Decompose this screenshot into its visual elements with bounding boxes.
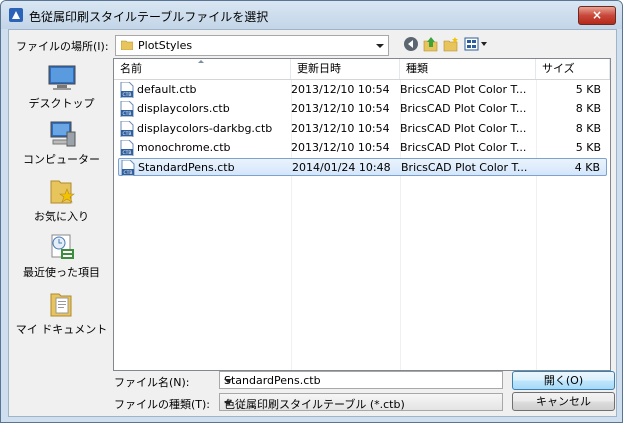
file-name: displaycolors-darkbg.ctb	[137, 121, 273, 135]
sort-ascending-icon	[198, 60, 204, 63]
file-name: StandardPens.ctb	[138, 161, 235, 175]
file-row[interactable]: CTB default.ctb 2013/12/10 10:54 BricsCAD P…	[118, 81, 607, 99]
column-header-date[interactable]: 更新日時	[291, 59, 400, 79]
ctb-file-icon: CTB	[120, 120, 134, 137]
favorites-icon	[50, 180, 75, 204]
filetype-select[interactable]: 色従属印刷スタイルテーブル (*.ctb)	[219, 393, 503, 411]
place-label-favorites: お気に入り	[34, 210, 89, 223]
file-size: 8 KB	[575, 102, 601, 116]
new-folder-icon[interactable]	[443, 36, 459, 52]
file-date: 2013/12/10 10:54	[291, 102, 390, 116]
file-date: 2013/12/10 10:54	[291, 121, 390, 135]
view-menu-icon[interactable]	[464, 36, 488, 52]
look-in-label: ファイルの場所(I):	[16, 40, 109, 53]
file-size: 4 KB	[574, 161, 600, 175]
place-desktop[interactable]: デスクトップ	[14, 64, 109, 111]
column-header-type[interactable]: 種類	[400, 59, 536, 79]
filename-input[interactable]: StandardPens.ctb	[219, 371, 503, 389]
window-title: 色従属印刷スタイルテーブルファイルを選択	[29, 10, 269, 24]
column-header-name[interactable]: 名前	[114, 59, 291, 79]
close-button[interactable]: ×	[578, 6, 616, 25]
file-size: 5 KB	[575, 140, 601, 154]
file-list[interactable]: 名前 更新日時 種類 サイズ CTB default.ctb 2013/12/10 …	[113, 58, 611, 371]
file-name: displaycolors.ctb	[137, 102, 230, 116]
place-favorites[interactable]: お気に入り	[14, 177, 109, 224]
recent-items-icon	[51, 234, 74, 259]
chevron-down-icon[interactable]	[224, 401, 232, 405]
chevron-down-icon[interactable]	[376, 44, 384, 48]
file-type: BricsCAD Plot Color T...	[400, 140, 527, 154]
column-header-row: 名前 更新日時 種類 サイズ	[114, 59, 610, 80]
svg-text:CTB: CTB	[123, 131, 132, 137]
file-row[interactable]: CTB StandardPens.ctb 2014/01/24 10:48 Brics…	[118, 158, 607, 177]
svg-text:CTB: CTB	[123, 111, 132, 117]
svg-text:CTB: CTB	[123, 150, 132, 156]
places-bar: デスクトップ コンピューター お気に入り 最近使った項目 マイ ドキュメント	[14, 58, 109, 370]
place-label-computer: コンピューター	[23, 153, 100, 166]
file-size: 5 KB	[575, 83, 601, 96]
desktop-icon	[48, 65, 75, 90]
place-my-documents[interactable]: マイ ドキュメント	[14, 290, 109, 337]
place-recent[interactable]: 最近使った項目	[14, 233, 109, 280]
filetype-value: 色従属印刷スタイルテーブル (*.ctb)	[224, 398, 405, 411]
filename-value: StandardPens.ctb	[224, 374, 321, 387]
file-type: BricsCAD Plot Color T...	[400, 83, 527, 96]
svg-text:CTB: CTB	[124, 170, 133, 176]
file-row[interactable]: CTB displaycolors.ctb 2013/12/10 10:54 Bric…	[118, 100, 607, 118]
folder-icon	[121, 40, 133, 50]
dialog-body: ファイルの場所(I): PlotStyles デスクトップ コンピューター お気…	[8, 29, 617, 417]
file-date: 2013/12/10 10:54	[291, 140, 390, 154]
place-label-my-documents: マイ ドキュメント	[15, 323, 108, 336]
ctb-file-icon: CTB	[120, 82, 134, 98]
file-type: BricsCAD Plot Color T...	[400, 102, 527, 116]
title-bar[interactable]: 色従属印刷スタイルテーブルファイルを選択 ×	[1, 1, 622, 29]
chevron-down-icon[interactable]	[224, 379, 232, 383]
filename-label: ファイル名(N):	[114, 376, 190, 389]
file-row[interactable]: CTB displaycolors-darkbg.ctb 2013/12/10 10…	[118, 120, 607, 138]
ctb-file-icon: CTB	[120, 139, 134, 156]
up-folder-icon[interactable]	[423, 36, 439, 52]
file-type: BricsCAD Plot Color T...	[401, 161, 528, 175]
cancel-button[interactable]: キャンセル	[512, 392, 615, 411]
look-in-value: PlotStyles	[138, 39, 193, 52]
computer-icon	[50, 121, 75, 147]
ctb-file-icon: CTB	[121, 160, 135, 177]
look-in-combo[interactable]: PlotStyles	[115, 35, 389, 56]
filetype-label: ファイルの種類(T):	[114, 398, 211, 411]
open-button[interactable]: 開く(O)	[512, 371, 615, 390]
place-label-recent: 最近使った項目	[23, 266, 100, 279]
file-date: 2013/12/10 10:54	[291, 83, 390, 96]
file-row[interactable]: CTB monochrome.ctb 2013/12/10 10:54 BricsCA…	[118, 139, 607, 157]
place-label-desktop: デスクトップ	[28, 97, 95, 110]
file-dialog-window: 色従属印刷スタイルテーブルファイルを選択 × ファイルの場所(I): PlotS…	[0, 0, 623, 423]
file-name: default.ctb	[137, 83, 197, 96]
file-name: monochrome.ctb	[137, 140, 231, 154]
svg-text:CTB: CTB	[123, 92, 132, 98]
file-type: BricsCAD Plot Color T...	[400, 121, 527, 135]
my-documents-icon	[50, 293, 71, 317]
place-computer[interactable]: コンピューター	[14, 120, 109, 167]
column-header-size[interactable]: サイズ	[536, 59, 610, 79]
back-icon[interactable]	[403, 36, 419, 52]
bricscad-app-icon	[9, 8, 23, 22]
file-size: 8 KB	[575, 121, 601, 135]
file-date: 2014/01/24 10:48	[292, 161, 391, 175]
ctb-file-icon: CTB	[120, 101, 134, 118]
